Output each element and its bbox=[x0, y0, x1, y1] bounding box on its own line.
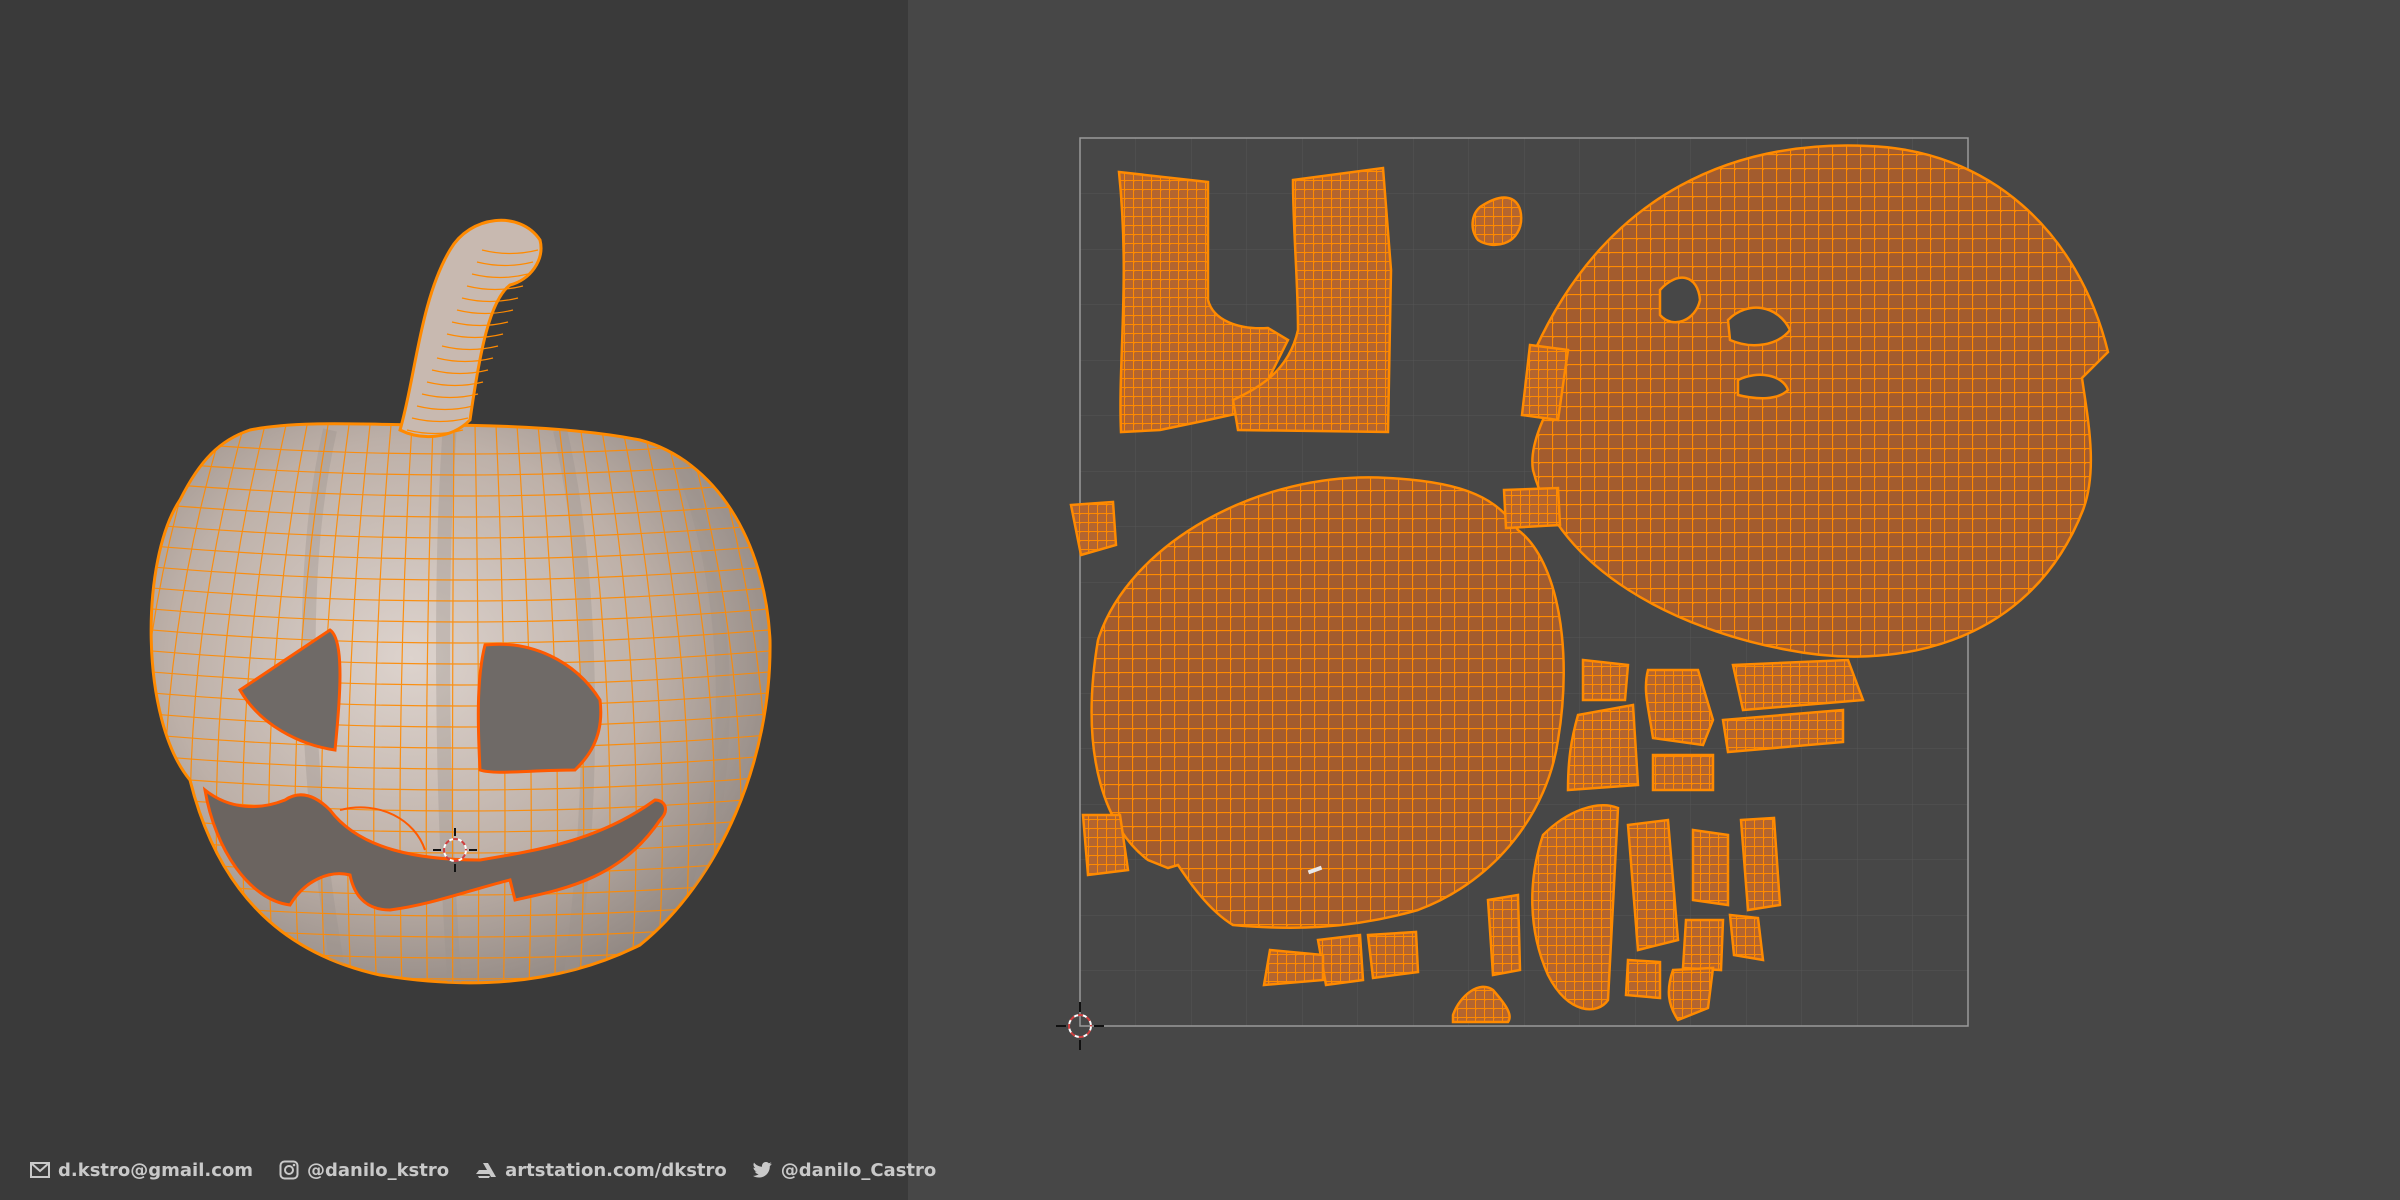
uv-island[interactable] bbox=[1626, 818, 1680, 952]
instagram-contact[interactable]: @danilo_kstro bbox=[279, 1160, 449, 1181]
uv-island[interactable] bbox=[1366, 930, 1420, 980]
instagram-icon bbox=[279, 1160, 299, 1180]
envelope-icon bbox=[30, 1162, 50, 1178]
contact-footer: d.kstro@gmail.com @danilo_kstro artstati… bbox=[30, 1155, 936, 1185]
pumpkin-mesh[interactable] bbox=[0, 0, 908, 1200]
uv-island[interactable] bbox=[1081, 813, 1130, 877]
twitter-text: @danilo_Castro bbox=[780, 1159, 937, 1181]
email-text: d.kstro@gmail.com bbox=[58, 1159, 254, 1181]
uv-island[interactable] bbox=[1681, 918, 1725, 972]
twitter-icon bbox=[752, 1161, 772, 1178]
uv-editor[interactable] bbox=[908, 0, 2400, 1200]
artstation-icon bbox=[476, 1163, 497, 1178]
uv-island[interactable] bbox=[1728, 913, 1765, 962]
uv-island[interactable] bbox=[1651, 753, 1715, 792]
uv-island[interactable] bbox=[1581, 658, 1630, 702]
uv-island[interactable] bbox=[1262, 948, 1325, 987]
uv-island[interactable] bbox=[1731, 658, 1865, 712]
instagram-text: @danilo_kstro bbox=[307, 1159, 450, 1181]
uv-island[interactable] bbox=[1502, 486, 1562, 530]
pumpkin-body bbox=[149, 422, 772, 985]
artstation-contact[interactable]: artstation.com/dkstro bbox=[475, 1160, 727, 1181]
uv-island[interactable] bbox=[1691, 828, 1730, 907]
email-contact[interactable]: d.kstro@gmail.com bbox=[30, 1160, 253, 1181]
uv-island[interactable] bbox=[1624, 958, 1662, 1000]
uv-island[interactable] bbox=[1566, 703, 1640, 792]
uv-canvas[interactable] bbox=[908, 0, 2400, 1200]
twitter-contact[interactable]: @danilo_Castro bbox=[752, 1159, 937, 1181]
uv-island[interactable] bbox=[1486, 893, 1522, 977]
artstation-text: artstation.com/dkstro bbox=[505, 1159, 727, 1181]
uv-island[interactable] bbox=[1739, 816, 1782, 912]
uv-island[interactable] bbox=[1069, 500, 1118, 557]
uv-island[interactable] bbox=[1316, 933, 1365, 987]
3d-viewport[interactable] bbox=[0, 0, 908, 1200]
